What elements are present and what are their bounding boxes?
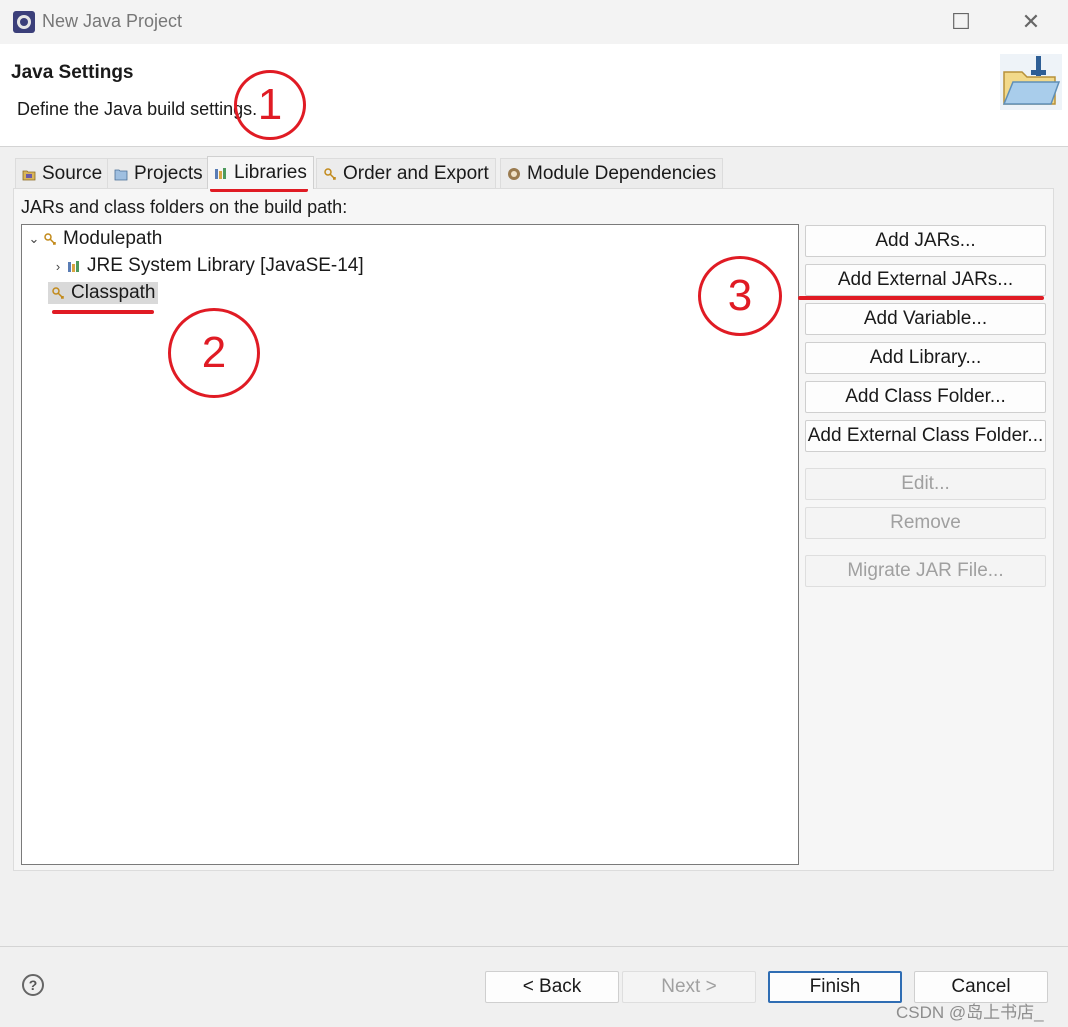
- help-button[interactable]: ?: [22, 974, 44, 996]
- tab-label: Projects: [134, 162, 203, 184]
- tree-node-modulepath[interactable]: ⌄ Modulepath: [26, 226, 163, 252]
- source-folder-icon: [22, 170, 36, 180]
- remove-button[interactable]: Remove: [805, 507, 1046, 539]
- tree-node-label: Classpath: [71, 282, 156, 303]
- tree-node-classpath[interactable]: Classpath: [48, 280, 158, 306]
- build-path-tree[interactable]: ⌄ Modulepath › JRE System Library [JavaS…: [21, 224, 799, 865]
- tree-node-jre-system-library[interactable]: › JRE System Library [JavaSE-14]: [50, 253, 364, 279]
- back-button[interactable]: < Back: [485, 971, 619, 1003]
- tab-label: Source: [42, 162, 103, 184]
- classpath-icon: [52, 287, 64, 299]
- add-class-folder-button[interactable]: Add Class Folder...: [805, 381, 1046, 413]
- annotation-circle-2: 2: [168, 308, 260, 398]
- add-external-class-folder-button[interactable]: Add External Class Folder...: [805, 420, 1046, 452]
- wizard-banner: [0, 44, 1068, 147]
- close-button[interactable]: ✕: [1011, 6, 1051, 38]
- annotation-circle-3: 3: [698, 256, 782, 336]
- finish-button[interactable]: Finish: [768, 971, 902, 1003]
- annotation-underline-classpath: [52, 310, 154, 314]
- window-title: New Java Project: [42, 11, 183, 31]
- add-jars-button[interactable]: Add JARs...: [805, 225, 1046, 257]
- libraries-icon: [215, 168, 226, 179]
- watermark: CSDN @岛上书店_: [896, 1003, 1044, 1022]
- new-project-folder-icon: [1000, 54, 1062, 110]
- annotation-number: 1: [257, 80, 283, 129]
- footer-separator: [0, 946, 1068, 947]
- library-icon: [68, 261, 79, 272]
- projects-folder-icon: [114, 169, 128, 180]
- add-variable-button[interactable]: Add Variable...: [805, 303, 1046, 335]
- tab-projects[interactable]: Projects: [107, 158, 210, 188]
- tab-module-dependencies[interactable]: Module Dependencies: [500, 158, 724, 188]
- close-icon: ✕: [1021, 9, 1041, 34]
- annotation-number: 2: [201, 328, 227, 377]
- tab-libraries[interactable]: Libraries: [207, 156, 314, 189]
- tab-label: Libraries: [234, 162, 307, 183]
- next-button[interactable]: Next >: [622, 971, 756, 1003]
- selected-highlight: Classpath: [48, 282, 158, 304]
- edit-button[interactable]: Edit...: [805, 468, 1046, 500]
- page-title: Java Settings: [11, 62, 134, 83]
- page-description: Define the Java build settings.: [17, 99, 258, 119]
- add-external-jars-button[interactable]: Add External JARs...: [805, 264, 1046, 296]
- annotation-number: 3: [727, 271, 753, 320]
- collapsed-chevron-icon[interactable]: ›: [50, 259, 66, 274]
- order-export-icon: [324, 167, 336, 180]
- tab-label: Order and Export: [343, 162, 489, 184]
- migrate-jar-button[interactable]: Migrate JAR File...: [805, 555, 1046, 587]
- expanded-chevron-icon[interactable]: ⌄: [26, 231, 42, 247]
- help-icon: ?: [28, 977, 38, 993]
- annotation-underline-add-external-jars: [798, 296, 1044, 300]
- module-icon: [508, 167, 520, 180]
- maximize-icon: ☐: [951, 9, 971, 34]
- tab-order-and-export[interactable]: Order and Export: [316, 158, 496, 188]
- tab-label: Module Dependencies: [527, 162, 717, 184]
- tree-node-label: Modulepath: [63, 228, 163, 249]
- modulepath-icon: [44, 233, 56, 245]
- tree-node-label: JRE System Library [JavaSE-14]: [87, 255, 364, 276]
- add-library-button[interactable]: Add Library...: [805, 342, 1046, 374]
- annotation-circle-1: 1: [234, 70, 306, 140]
- eclipse-app-icon: [13, 11, 35, 33]
- maximize-button[interactable]: ☐: [941, 6, 981, 38]
- tab-source[interactable]: Source: [15, 158, 110, 188]
- build-path-label: JARs and class folders on the build path…: [21, 197, 348, 217]
